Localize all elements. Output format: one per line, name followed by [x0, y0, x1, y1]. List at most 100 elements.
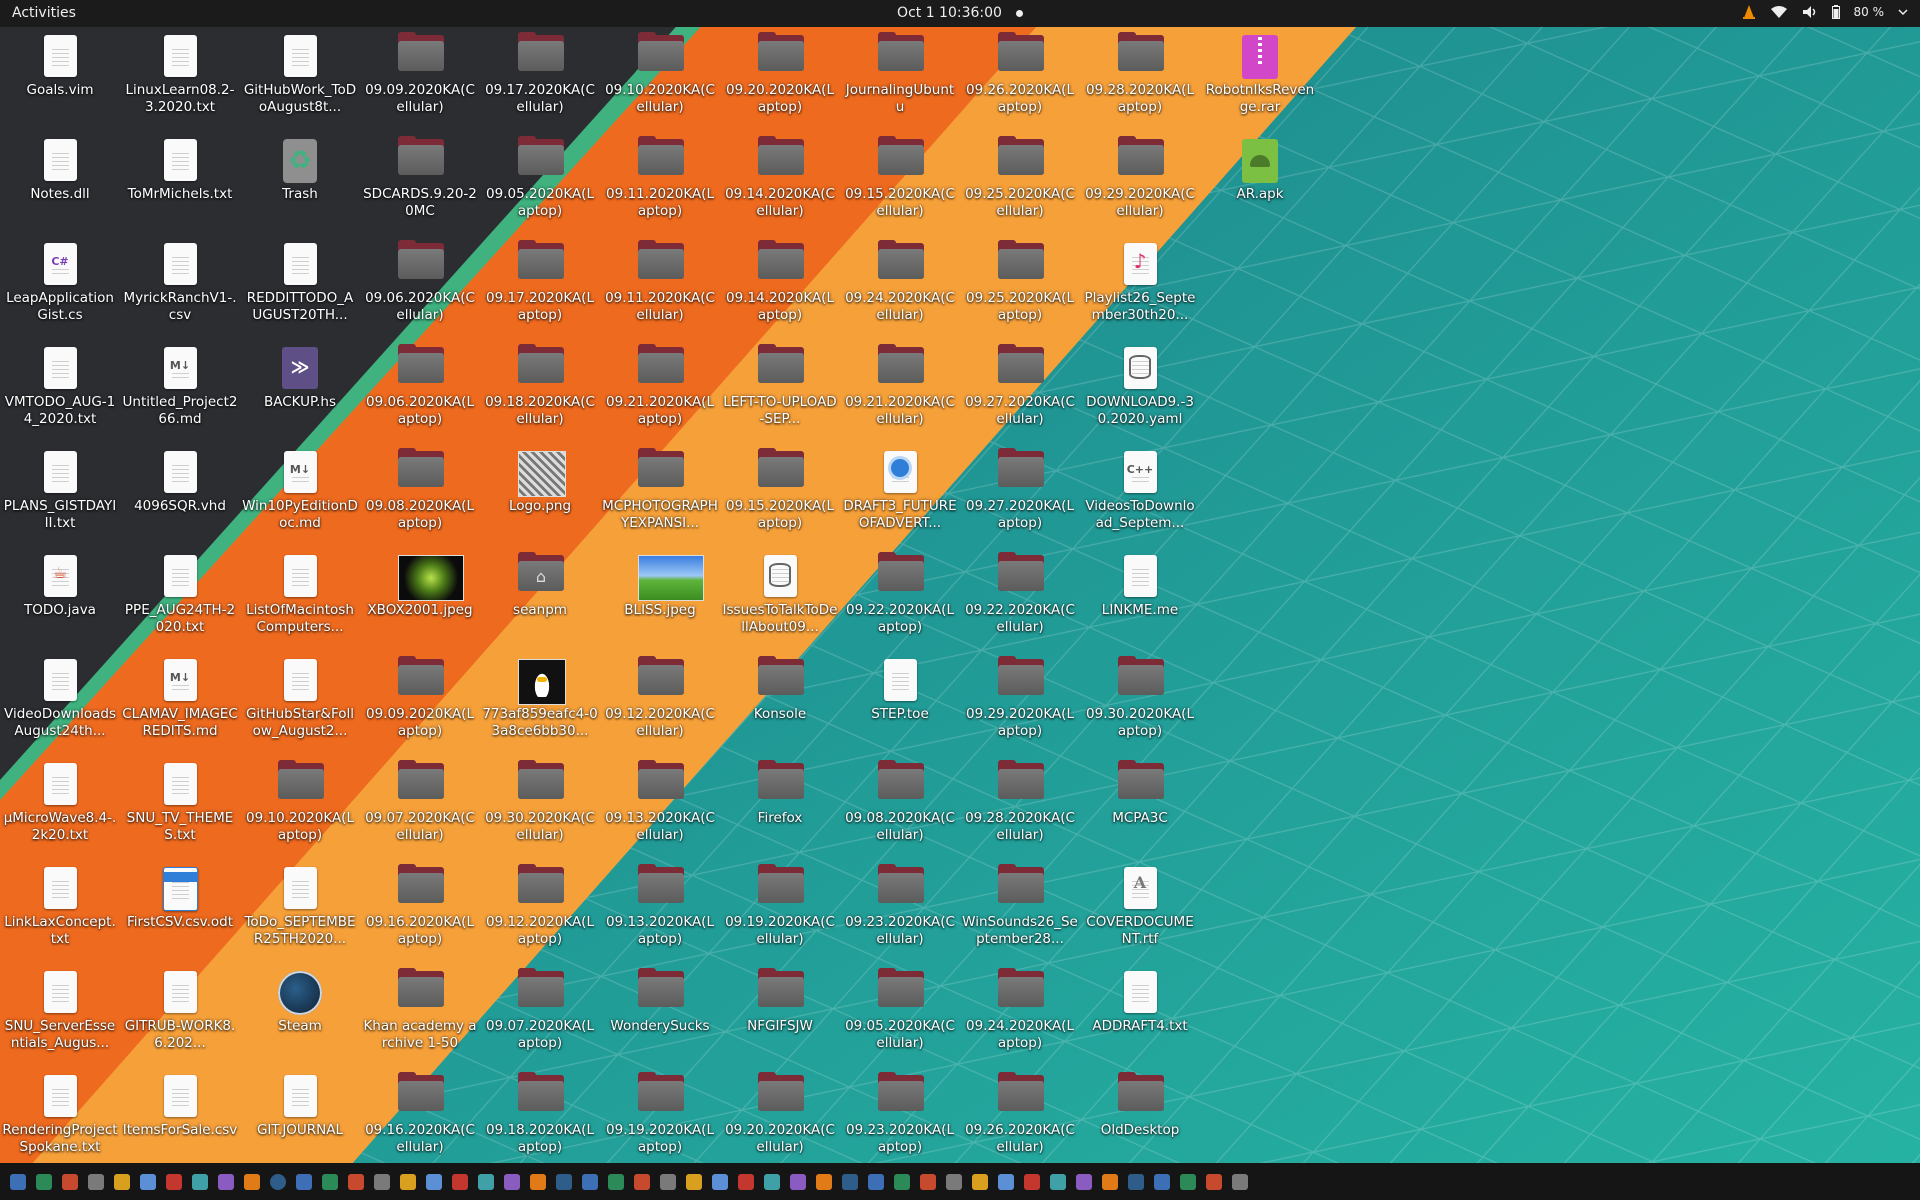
desktop-item[interactable]: 09.24.2020KA(Laptop): [960, 967, 1080, 1071]
desktop-item[interactable]: 773af859eafc4-03a8ce6bb30...: [480, 655, 600, 759]
app-icon[interactable]: [790, 1173, 806, 1190]
vlc-icon[interactable]: [244, 1173, 260, 1190]
desktop-item[interactable]: GitHubStar&Follow_August2...: [240, 655, 360, 759]
desktop-item[interactable]: 09.07.2020KA(Laptop): [480, 967, 600, 1071]
desktop-item[interactable]: 09.29.2020KA(Laptop): [960, 655, 1080, 759]
desktop-item[interactable]: C++ VideosToDownload_Septem...: [1080, 447, 1200, 551]
desktop-item[interactable]: ♪ Playlist26_September30th20...: [1080, 239, 1200, 343]
desktop-item[interactable]: 09.21.2020KA(Cellular): [840, 343, 960, 447]
desktop-item[interactable]: 09.08.2020KA(Laptop): [360, 447, 480, 551]
desktop-item[interactable]: ♻ Trash: [240, 135, 360, 239]
desktop-item[interactable]: 09.13.2020KA(Laptop): [600, 863, 720, 967]
app-icon[interactable]: [426, 1173, 442, 1190]
app-icon[interactable]: [1024, 1173, 1040, 1190]
desktop-item[interactable]: 09.28.2020KA(Cellular): [960, 759, 1080, 863]
desktop-item[interactable]: Steam: [240, 967, 360, 1071]
desktop-item[interactable]: GITRUB-WORK8.6.202...: [120, 967, 240, 1071]
desktop-item[interactable]: RenderingProjectSpokane.txt: [0, 1071, 120, 1175]
desktop-item[interactable]: 09.23.2020KA(Cellular): [840, 863, 960, 967]
desktop-item[interactable]: Logo.png: [480, 447, 600, 551]
desktop-item[interactable]: 09.18.2020KA(Laptop): [480, 1071, 600, 1175]
desktop-item[interactable]: VMTODO_AUG-14_2020.txt: [0, 343, 120, 447]
app-icon[interactable]: [400, 1173, 416, 1190]
desktop-item[interactable]: ListOfMacintoshComputers...: [240, 551, 360, 655]
desktop-item[interactable]: 09.05.2020KA(Cellular): [840, 967, 960, 1071]
volume-icon[interactable]: [1802, 5, 1818, 19]
desktop-item[interactable]: ☕ TODO.java: [0, 551, 120, 655]
desktop-item[interactable]: 09.12.2020KA(Cellular): [600, 655, 720, 759]
desktop-item[interactable]: 09.22.2020KA(Cellular): [960, 551, 1080, 655]
app-icon[interactable]: [1180, 1173, 1196, 1190]
grid-icon[interactable]: [1232, 1173, 1248, 1190]
desktop-item[interactable]: 09.20.2020KA(Laptop): [720, 31, 840, 135]
desktop-item[interactable]: 4096SQR.vhd: [120, 447, 240, 551]
app-icon[interactable]: [1128, 1173, 1144, 1190]
desktop-item[interactable]: 09.25.2020KA(Cellular): [960, 135, 1080, 239]
desktop-item[interactable]: SNU_ServerEssentials_Augus...: [0, 967, 120, 1071]
desktop-item[interactable]: Goals.vim: [0, 31, 120, 135]
desktop-item[interactable]: 09.16.2020KA(Laptop): [360, 863, 480, 967]
desktop-item[interactable]: Konsole: [720, 655, 840, 759]
desktop-item[interactable]: ToDo_SEPTEMBER25TH2020...: [240, 863, 360, 967]
desktop-item[interactable]: 09.28.2020KA(Laptop): [1080, 31, 1200, 135]
desktop-item[interactable]: 09.14.2020KA(Cellular): [720, 135, 840, 239]
desktop-item[interactable]: VideoDownloadsAugust24th...: [0, 655, 120, 759]
desktop-item[interactable]: NFGIFSJW: [720, 967, 840, 1071]
desktop-item[interactable]: ≫ BACKUP.hs: [240, 343, 360, 447]
app-icon[interactable]: [1102, 1173, 1118, 1190]
desktop-item[interactable]: STEP.toe: [840, 655, 960, 759]
clock[interactable]: Oct 1 10:36:00: [0, 5, 1920, 21]
tools-icon[interactable]: [192, 1173, 208, 1190]
desktop-item[interactable]: 09.23.2020KA(Laptop): [840, 1071, 960, 1175]
app-icon[interactable]: [1154, 1173, 1170, 1190]
desktop-item[interactable]: JournalingUbuntu: [840, 31, 960, 135]
desktop-item[interactable]: 09.21.2020KA(Laptop): [600, 343, 720, 447]
desktop-item[interactable]: 09.12.2020KA(Laptop): [480, 863, 600, 967]
desktop-item[interactable]: LinkLaxConcept.txt: [0, 863, 120, 967]
firefox-icon[interactable]: [270, 1173, 286, 1190]
desktop-item[interactable]: 09.11.2020KA(Laptop): [600, 135, 720, 239]
app-icon[interactable]: [894, 1173, 910, 1190]
app-icon[interactable]: [296, 1173, 312, 1190]
app-icon[interactable]: [972, 1173, 988, 1190]
app-icon[interactable]: [764, 1173, 780, 1190]
docs-icon[interactable]: [36, 1173, 52, 1190]
app-icon[interactable]: [660, 1173, 676, 1190]
desktop-item[interactable]: 09.26.2020KA(Cellular): [960, 1071, 1080, 1175]
desktop-item[interactable]: 09.16.2020KA(Cellular): [360, 1071, 480, 1175]
app-icon[interactable]: [868, 1173, 884, 1190]
desktop-item[interactable]: SDCARDS.9.20-20MC: [360, 135, 480, 239]
desktop-item[interactable]: AR.apk: [1200, 135, 1320, 239]
desktop-item[interactable]: MCPA3C: [1080, 759, 1200, 863]
desktop-item[interactable]: 09.30.2020KA(Cellular): [480, 759, 600, 863]
desktop-item[interactable]: 09.18.2020KA(Cellular): [480, 343, 600, 447]
app-icon[interactable]: [842, 1173, 858, 1190]
app-icon[interactable]: [686, 1173, 702, 1190]
desktop-item[interactable]: 09.17.2020KA(Cellular): [480, 31, 600, 135]
desktop-item[interactable]: 09.05.2020KA(Laptop): [480, 135, 600, 239]
terminal-icon[interactable]: [10, 1173, 26, 1190]
app-icon[interactable]: [322, 1173, 338, 1190]
desktop-item[interactable]: 09.19.2020KA(Cellular): [720, 863, 840, 967]
app-icon[interactable]: [582, 1173, 598, 1190]
desktop-item[interactable]: Firefox: [720, 759, 840, 863]
desktop-item[interactable]: 09.24.2020KA(Cellular): [840, 239, 960, 343]
app-icon[interactable]: [1076, 1173, 1092, 1190]
desktop-item[interactable]: ToMrMichels.txt: [120, 135, 240, 239]
desktop-item[interactable]: 09.06.2020KA(Cellular): [360, 239, 480, 343]
app-icon[interactable]: [738, 1173, 754, 1190]
app-icon[interactable]: [348, 1173, 364, 1190]
desktop-item[interactable]: Notes.dll: [0, 135, 120, 239]
wifi-icon[interactable]: [1770, 5, 1788, 19]
desktop-item[interactable]: 09.26.2020KA(Laptop): [960, 31, 1080, 135]
desktop-item[interactable]: 09.10.2020KA(Laptop): [240, 759, 360, 863]
desktop-item[interactable]: 09.09.2020KA(Laptop): [360, 655, 480, 759]
vlc-tray-icon[interactable]: [1742, 4, 1756, 20]
desktop-item[interactable]: ItemsForSale.csv: [120, 1071, 240, 1175]
app-icon[interactable]: [504, 1173, 520, 1190]
desktop-item[interactable]: WinSounds26_September28...: [960, 863, 1080, 967]
desktop-item[interactable]: M↓ Win10PyEditionDoc.md: [240, 447, 360, 551]
desktop-item[interactable]: DOWNLOAD9.-30.2020.yaml: [1080, 343, 1200, 447]
notes-icon[interactable]: [114, 1173, 130, 1190]
system-menu-chevron-icon[interactable]: [1898, 7, 1908, 17]
